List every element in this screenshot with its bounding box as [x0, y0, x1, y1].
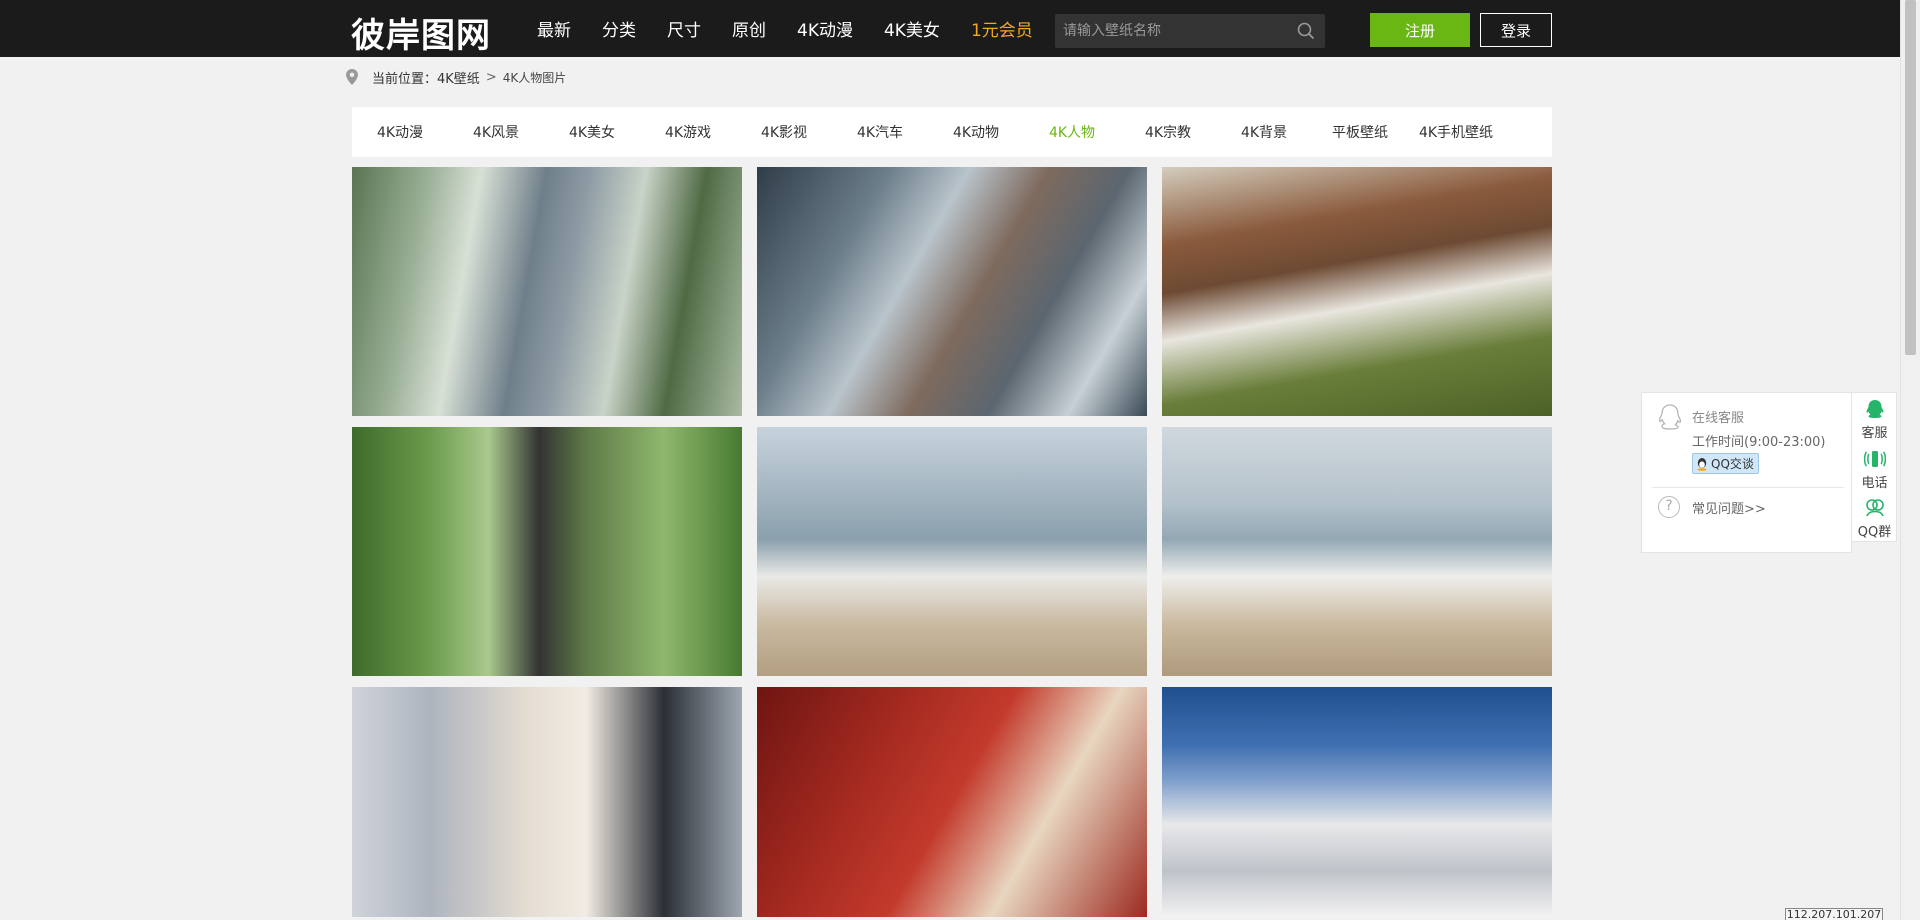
wallpaper-tile[interactable] — [352, 167, 742, 416]
nav-item-4k-anime[interactable]: 4K动漫 — [797, 16, 853, 41]
customer-service-panel: 在线客服 工作时间(9:00-23:00) QQ交谈 ? 常见问题>> — [1641, 392, 1852, 553]
qq-chat-button[interactable]: QQ交谈 — [1692, 453, 1759, 474]
breadcrumb-parent-link[interactable]: 4K壁纸 — [437, 68, 480, 87]
qq-outline-icon — [1658, 404, 1682, 430]
category-4k-animals[interactable]: 4K动物 — [928, 122, 1024, 142]
register-button[interactable]: 注册 — [1370, 13, 1470, 47]
wallpaper-tile[interactable] — [1162, 687, 1552, 917]
help-icon: ? — [1658, 496, 1680, 518]
nav-item-vip[interactable]: 1元会员 — [971, 16, 1033, 41]
category-4k-beauty[interactable]: 4K美女 — [544, 122, 640, 142]
faq-link[interactable]: 常见问题>> — [1692, 498, 1766, 517]
category-4k-cars[interactable]: 4K汽车 — [832, 122, 928, 142]
service-hours: 工作时间(9:00-23:00) — [1692, 435, 1826, 450]
scrollbar-thumb[interactable] — [1905, 0, 1916, 355]
wallpaper-tile[interactable] — [1162, 427, 1552, 676]
side-tab-service[interactable]: 客服 — [1852, 398, 1897, 441]
qq-group-icon — [1865, 499, 1884, 517]
headset-icon — [1866, 400, 1883, 418]
qq-chat-label: QQ交谈 — [1711, 457, 1754, 471]
category-4k-backgrounds[interactable]: 4K背景 — [1216, 122, 1312, 142]
breadcrumb-prefix: 当前位置： — [372, 71, 438, 87]
location-pin-icon — [346, 69, 358, 85]
online-service-label: 在线客服 — [1692, 411, 1745, 426]
breadcrumb: 当前位置： 4K壁纸 > 4K人物图片 — [346, 68, 567, 87]
page-scrollbar[interactable] — [1900, 0, 1920, 920]
site-logo[interactable]: 彼岸图网 — [351, 8, 491, 57]
category-bar: 4K动漫 4K风景 4K美女 4K游戏 4K影视 4K汽车 4K动物 4K人物 … — [352, 107, 1552, 157]
side-tab-phone[interactable]: 电话 — [1852, 448, 1897, 491]
category-4k-anime[interactable]: 4K动漫 — [352, 122, 448, 142]
wallpaper-tile[interactable] — [352, 687, 742, 917]
category-4k-scenery[interactable]: 4K风景 — [448, 122, 544, 142]
wallpaper-tile[interactable] — [1162, 167, 1552, 416]
service-side-tabs: 客服 电话 QQ群 — [1852, 392, 1897, 542]
category-tablet[interactable]: 平板壁纸 — [1312, 122, 1408, 142]
ip-address-label: 112.207.101.207 — [1785, 908, 1883, 920]
nav-item-sizes[interactable]: 尺寸 — [667, 16, 701, 41]
nav-item-categories[interactable]: 分类 — [602, 16, 636, 41]
category-4k-games[interactable]: 4K游戏 — [640, 122, 736, 142]
side-tab-phone-label: 电话 — [1861, 476, 1888, 491]
side-tab-qq-group-label: QQ群 — [1857, 525, 1892, 540]
breadcrumb-separator: > — [485, 69, 497, 85]
nav-item-latest[interactable]: 最新 — [537, 16, 571, 41]
nav-item-4k-beauty[interactable]: 4K美女 — [884, 16, 940, 41]
breadcrumb-current: 4K人物图片 — [502, 70, 567, 85]
search-input[interactable] — [1063, 14, 1283, 48]
wallpaper-tile[interactable] — [757, 687, 1147, 917]
wallpaper-tile[interactable] — [757, 427, 1147, 676]
top-header: 彼岸图网 最新 分类 尺寸 原创 4K动漫 4K美女 1元会员 注册 登录 — [0, 0, 1900, 57]
phone-icon — [1863, 451, 1886, 467]
main-nav: 最新 分类 尺寸 原创 4K动漫 4K美女 1元会员 — [537, 0, 1064, 57]
wallpaper-tile[interactable] — [352, 427, 742, 676]
login-button[interactable]: 登录 — [1480, 13, 1552, 47]
service-divider — [1652, 487, 1844, 488]
category-4k-film[interactable]: 4K影视 — [736, 122, 832, 142]
category-4k-people[interactable]: 4K人物 — [1024, 122, 1120, 142]
category-mobile[interactable]: 4K手机壁纸 — [1408, 122, 1504, 142]
search-box — [1055, 14, 1325, 48]
side-tab-qq-group[interactable]: QQ群 — [1852, 497, 1897, 540]
qq-penguin-icon — [1697, 457, 1707, 471]
search-icon[interactable] — [1297, 22, 1315, 40]
category-4k-religion[interactable]: 4K宗教 — [1120, 122, 1216, 142]
wallpaper-tile[interactable] — [757, 167, 1147, 416]
nav-item-original[interactable]: 原创 — [732, 16, 766, 41]
side-tab-service-label: 客服 — [1861, 426, 1888, 441]
